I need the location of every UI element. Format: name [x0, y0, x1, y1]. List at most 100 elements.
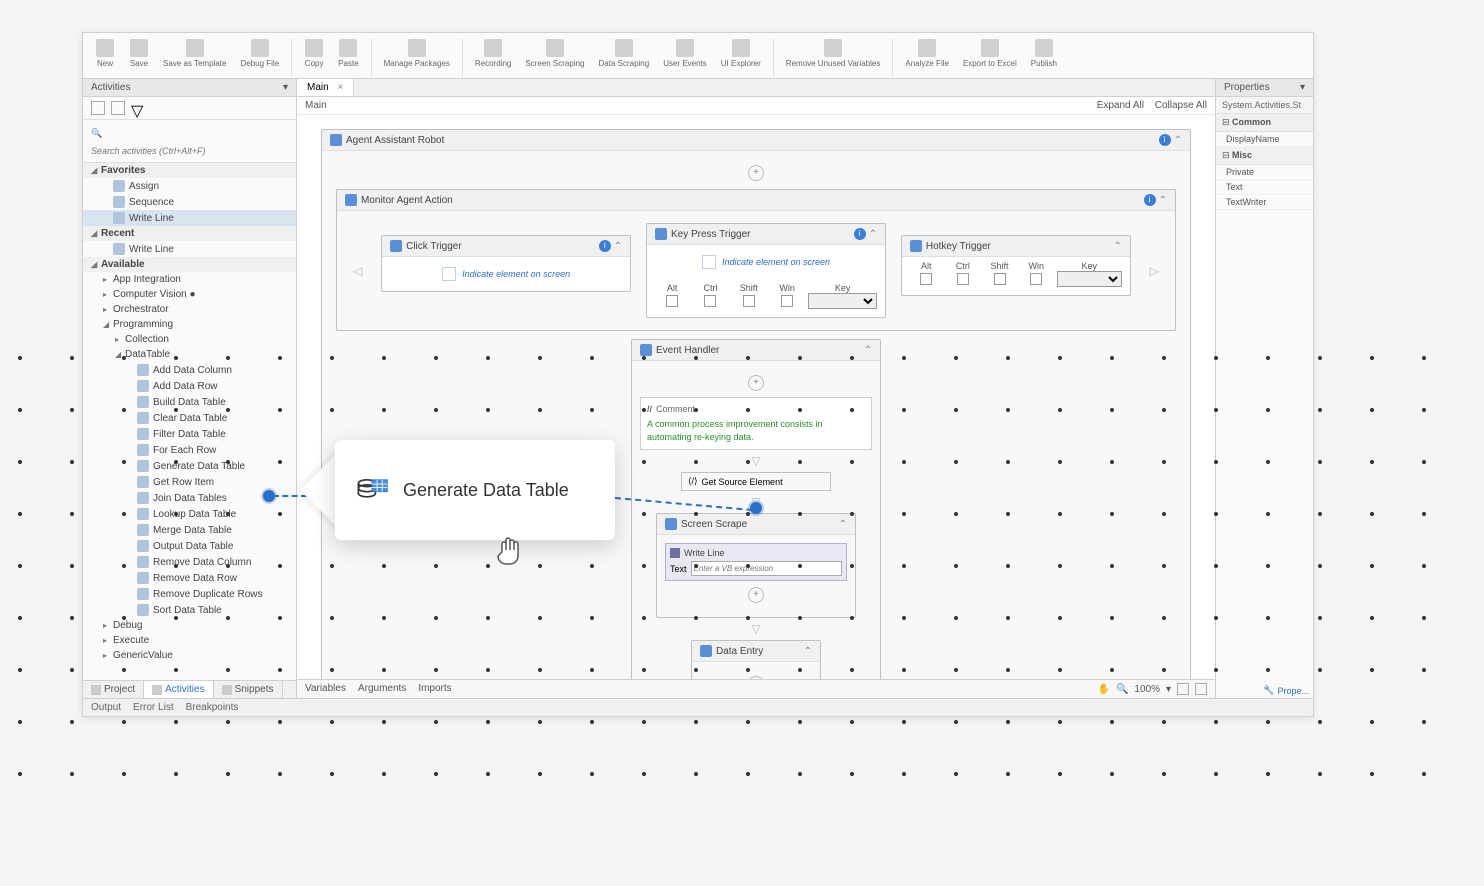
- designer-tab-imports[interactable]: Imports: [418, 683, 451, 694]
- ribbon-user-events[interactable]: User Events: [657, 37, 713, 70]
- indicate-element-link[interactable]: Indicate element on screen: [382, 257, 630, 291]
- tree-debug[interactable]: ▸Debug: [83, 618, 296, 633]
- tree-sort-data-table[interactable]: Sort Data Table: [83, 602, 296, 618]
- ribbon-manage-packages[interactable]: Manage Packages: [378, 37, 456, 70]
- zoom-tool-icon[interactable]: 🔍: [1116, 684, 1128, 695]
- tree-merge-data-table[interactable]: Merge Data Table: [83, 522, 296, 538]
- alt-checkbox[interactable]: [666, 295, 678, 307]
- screen-scrape[interactable]: Screen Scrape ⌃ Write Line Text: [656, 513, 856, 618]
- tree-sequence[interactable]: Sequence: [83, 194, 296, 210]
- ctrl-checkbox[interactable]: [957, 273, 969, 285]
- tree-build-data-table[interactable]: Build Data Table: [83, 394, 296, 410]
- tree-filter-data-table[interactable]: Filter Data Table: [83, 426, 296, 442]
- breadcrumb[interactable]: Main: [305, 100, 327, 111]
- monitor-agent-action[interactable]: Monitor Agent Action i ⌃ ◁: [336, 189, 1176, 331]
- add-activity-button[interactable]: +: [748, 587, 764, 603]
- tree-add-data-column[interactable]: Add Data Column: [83, 362, 296, 378]
- ribbon-screen-scraping[interactable]: Screen Scraping: [519, 37, 590, 70]
- status-output[interactable]: Output: [91, 702, 121, 713]
- tree-genericvalue[interactable]: ▸GenericValue: [83, 648, 296, 663]
- collapse-icon[interactable]: ⌃: [1174, 135, 1182, 146]
- add-activity-button[interactable]: +: [748, 165, 764, 181]
- collapse-icon[interactable]: ⌃: [864, 345, 872, 356]
- indicate-element-link[interactable]: Indicate element on screen: [647, 245, 885, 279]
- comment-activity[interactable]: //Comment A common process improvement c…: [640, 397, 872, 450]
- tab-snippets[interactable]: Snippets: [214, 681, 283, 698]
- ribbon-save[interactable]: Save: [123, 37, 155, 70]
- ribbon-data-scraping[interactable]: Data Scraping: [593, 37, 656, 70]
- tree-clear-data-table[interactable]: Clear Data Table: [83, 410, 296, 426]
- write-line-activity[interactable]: Write Line Text: [665, 543, 847, 581]
- add-activity-button[interactable]: +: [748, 676, 764, 679]
- prop-private[interactable]: Private: [1216, 165, 1313, 180]
- properties-footer-tab[interactable]: Prope...: [1277, 686, 1309, 696]
- ribbon-analyze-file[interactable]: Analyze File: [899, 37, 955, 70]
- chevron-down-icon[interactable]: ▾: [1166, 684, 1171, 695]
- designer-tab-arguments[interactable]: Arguments: [358, 683, 406, 694]
- ctrl-checkbox[interactable]: [704, 295, 716, 307]
- collapse-icon[interactable]: ⌃: [1113, 241, 1121, 252]
- write-line-text-input[interactable]: [691, 561, 842, 576]
- info-icon[interactable]: i: [1159, 134, 1171, 146]
- wrench-icon[interactable]: 🔧: [1263, 685, 1274, 696]
- collapse-icon[interactable]: ⌃: [614, 241, 622, 252]
- tree-for-each-row[interactable]: For Each Row: [83, 442, 296, 458]
- designer-tab-variables[interactable]: Variables: [305, 683, 346, 694]
- designer-canvas[interactable]: Agent Assistant Robot i ⌃ + Monitor Agen…: [297, 115, 1215, 679]
- ribbon-new[interactable]: New: [89, 37, 121, 70]
- tree-output-data-table[interactable]: Output Data Table: [83, 538, 296, 554]
- tree-collection[interactable]: ▸Collection: [83, 332, 296, 347]
- tab-project[interactable]: Project: [83, 681, 144, 698]
- collapse-icon[interactable]: ⌃: [839, 519, 847, 530]
- ribbon-remove-unused-variables[interactable]: Remove Unused Variables: [780, 37, 887, 70]
- expand-all-icon[interactable]: [91, 101, 105, 115]
- key-press-trigger[interactable]: Key Press Trigger i ⌃ Indicate element o…: [646, 223, 886, 318]
- tree-get-row-item[interactable]: Get Row Item: [83, 474, 296, 490]
- zoom-level[interactable]: 100%: [1134, 684, 1160, 695]
- alt-checkbox[interactable]: [920, 273, 932, 285]
- add-activity-button[interactable]: +: [748, 375, 764, 391]
- win-checkbox[interactable]: [1030, 273, 1042, 285]
- ribbon-paste[interactable]: Paste: [332, 37, 364, 70]
- win-checkbox[interactable]: [781, 295, 793, 307]
- ribbon-save-as-template[interactable]: Save as Template: [157, 37, 232, 70]
- tree-section-favorites[interactable]: ◢Favorites: [83, 163, 296, 178]
- tree-lookup-data-table[interactable]: Lookup Data Table: [83, 506, 296, 522]
- tree-write-line[interactable]: Write Line: [83, 241, 296, 257]
- info-icon[interactable]: i: [1144, 194, 1156, 206]
- overview-icon[interactable]: [1195, 683, 1207, 695]
- ribbon-debug-file[interactable]: Debug File: [234, 37, 285, 70]
- prop-textwriter[interactable]: TextWriter: [1216, 195, 1313, 210]
- tree-datatable[interactable]: ◢DataTable: [83, 347, 296, 362]
- close-icon[interactable]: ×: [337, 82, 343, 93]
- tree-programming[interactable]: ◢Programming: [83, 317, 296, 332]
- info-icon[interactable]: i: [854, 228, 866, 240]
- click-trigger[interactable]: Click Trigger i ⌃ Indicate element on sc…: [381, 235, 631, 292]
- ribbon-ui-explorer[interactable]: UI Explorer: [715, 37, 767, 70]
- collapse-icon[interactable]: ⌃: [1159, 195, 1167, 206]
- tab-activities[interactable]: Activities: [144, 681, 213, 698]
- ribbon-publish[interactable]: Publish: [1025, 37, 1063, 70]
- status-error-list[interactable]: Error List: [133, 702, 174, 713]
- shift-checkbox[interactable]: [743, 295, 755, 307]
- panel-pin-icon[interactable]: ▾: [283, 82, 288, 93]
- ribbon-recording[interactable]: Recording: [469, 37, 517, 70]
- shift-checkbox[interactable]: [994, 273, 1006, 285]
- prop-displayname[interactable]: DisplayName: [1216, 132, 1313, 147]
- panel-pin-icon[interactable]: ▾: [1300, 82, 1305, 93]
- tree-remove-data-column[interactable]: Remove Data Column: [83, 554, 296, 570]
- ribbon-copy[interactable]: Copy: [298, 37, 330, 70]
- filter-icon[interactable]: ▽: [131, 101, 145, 115]
- tree-execute[interactable]: ▸Execute: [83, 633, 296, 648]
- designer-tab-main[interactable]: Main ×: [297, 79, 354, 96]
- data-entry[interactable]: Data Entry ⌃ + Drop Activity Here +: [691, 640, 821, 679]
- tree-section-recent[interactable]: ◢Recent: [83, 226, 296, 241]
- status-breakpoints[interactable]: Breakpoints: [186, 702, 239, 713]
- tree-computer-vision-●[interactable]: ▸Computer Vision ●: [83, 287, 296, 302]
- tree-assign[interactable]: Assign: [83, 178, 296, 194]
- nav-left-icon[interactable]: ◁: [349, 264, 366, 278]
- key-dropdown[interactable]: [1057, 271, 1122, 287]
- nav-right-icon[interactable]: ▷: [1146, 264, 1163, 278]
- props-group-common[interactable]: ⊟ Common: [1216, 114, 1313, 132]
- collapse-all-icon[interactable]: [111, 101, 125, 115]
